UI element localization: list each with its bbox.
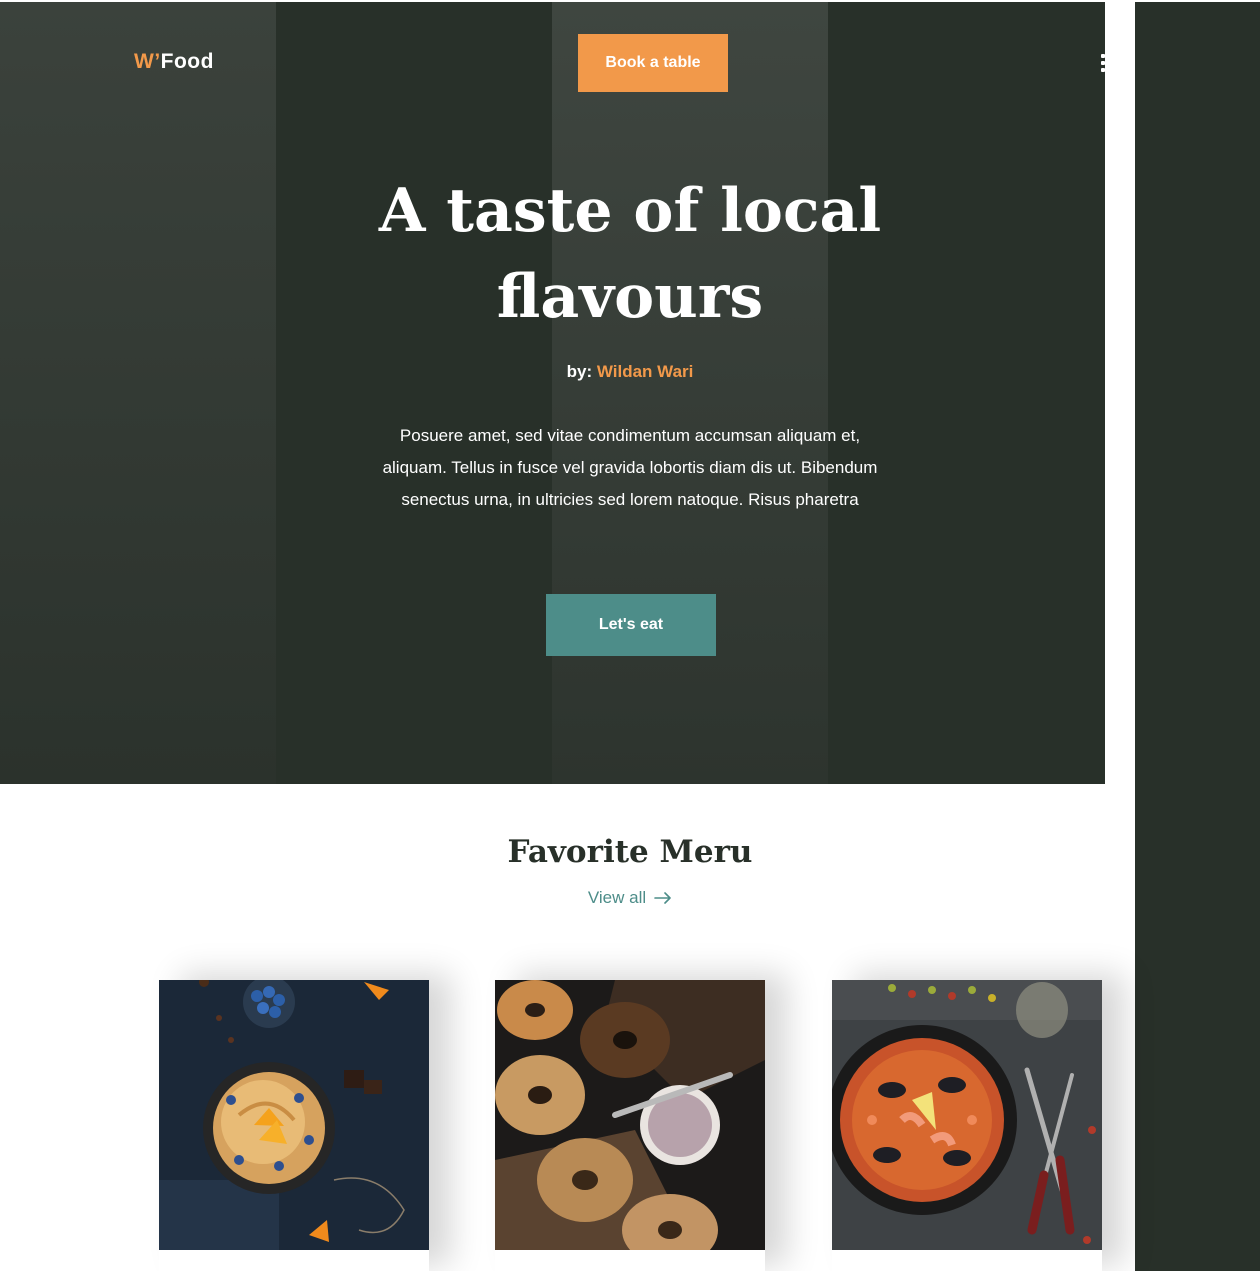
book-table-button[interactable]: Book a table: [578, 34, 728, 92]
hero-column: [828, 2, 1105, 784]
byline-label: by:: [566, 362, 593, 381]
arrow-right-icon: [654, 892, 671, 904]
hero-column: [552, 2, 828, 784]
hero-section: W’Food Book a table A taste of local fla…: [0, 2, 1105, 784]
menu-icon[interactable]: [1101, 54, 1105, 76]
paella-image: [832, 980, 1102, 1250]
logo-text: Food: [160, 50, 214, 73]
menu-card[interactable]: [159, 980, 429, 1271]
hero-title: A taste of local flavours: [378, 176, 882, 332]
right-side-strip: [1135, 2, 1260, 1271]
hero-column: [276, 2, 552, 784]
menu-card[interactable]: [832, 980, 1102, 1271]
bagels-image: [495, 980, 765, 1250]
logo-mark: W’: [134, 50, 161, 73]
menu-card[interactable]: [495, 980, 765, 1271]
byline: by: Wildan Wari: [430, 362, 830, 382]
pancakes-image: [159, 980, 429, 1250]
section-title: Favorite Meru: [507, 834, 753, 870]
view-all-link[interactable]: View all: [560, 888, 700, 908]
hero-column: [0, 2, 276, 784]
brand-logo[interactable]: W’Food: [134, 50, 214, 74]
hero-description: Posuere amet, sed vitae condimentum accu…: [382, 426, 878, 509]
lets-eat-button[interactable]: Let's eat: [546, 594, 716, 656]
author-name[interactable]: Wildan Wari: [597, 362, 694, 381]
view-all-label: View all: [587, 888, 647, 907]
